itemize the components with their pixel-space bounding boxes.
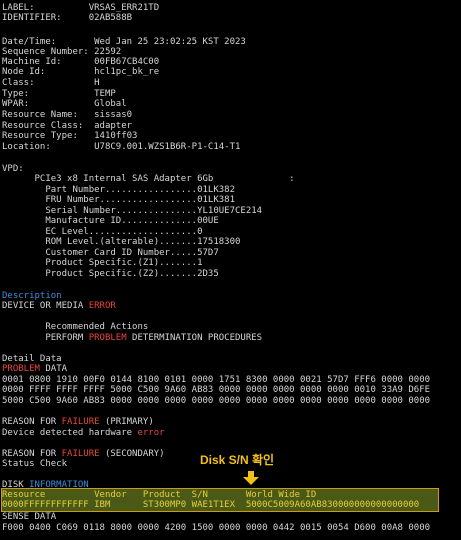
date-time-line: Date/Time: Wed Jan 25 23:02:25 KST 2023 [2, 37, 246, 47]
problem-keyword: PROBLEM [2, 364, 40, 374]
reason-suffix: (PRIMARY) [99, 417, 154, 427]
error-keyword: error [137, 428, 165, 438]
reason-prefix: REASON FOR [2, 417, 62, 427]
down-arrow-icon [243, 471, 259, 485]
vpd-product-specific-z2: Product Specific.(Z2).......2D35 [2, 269, 219, 279]
resource-class-line: Resource Class: adapter [2, 121, 133, 131]
machine-id-line: Machine Id: 00FB67CB4C00 [2, 57, 160, 67]
node-id-line: Node Id: hcl1pc_bk_re [2, 67, 160, 77]
sequence-number-line: Sequence Number: 22592 [2, 47, 122, 57]
vpd-heading: VPD: [2, 164, 24, 174]
reason-secondary-detail: Status Check [2, 459, 68, 469]
hex-dump-line: 0000 FFFF FFFF FFFF 5000 C500 9A60 AB83 … [2, 385, 431, 395]
resource-type-line: Resource Type: 1410ff03 [2, 131, 138, 141]
wpar-line: WPAR: Global [2, 99, 127, 109]
hex-dump-line: 5000 C500 9A60 AB83 0000 0000 0000 0000 … [2, 396, 431, 406]
description-text: DEVICE OR MEDIA [2, 301, 89, 311]
resource-name-line: Resource Name: sissas0 [2, 110, 133, 120]
reason-detail-text: Device detected hardware [2, 428, 138, 438]
location-line: Location: U78C9.001.WZS1B6R-P1-C14-T1 [2, 142, 241, 152]
vpd-rom-level: ROM Level.(alterable).......17518300 [2, 237, 241, 247]
terminal-output: LABEL: VRSAS_ERR21TD IDENTIFIER: 02AB588… [0, 0, 461, 540]
recommended-actions-heading: Recommended Actions [2, 322, 149, 332]
error-keyword: ERROR [88, 301, 116, 311]
recommended-action-line: PERFORM PROBLEM DETERMINATION PROCEDURES [2, 333, 262, 343]
identifier-line: IDENTIFIER: 02AB588B [2, 13, 133, 23]
reason-primary-heading: REASON FOR FAILURE (PRIMARY) [2, 417, 154, 427]
failure-keyword: FAILURE [61, 449, 100, 459]
disk-sn-annotation: Disk S/N 확인 [200, 453, 275, 467]
description-line: DEVICE OR MEDIA ERROR [2, 301, 116, 311]
reason-primary-detail: Device detected hardware error [2, 428, 165, 438]
disk-table-row: 0000FFFFFFFFFFFF IBM ST300MP0 WAE1T1EX 5… [2, 500, 420, 510]
vpd-product-specific-z1: Product Specific.(Z1).......1 [2, 258, 203, 268]
vpd-manufacture-id: Manufacture ID..............00UE [2, 216, 219, 226]
action-suffix: DETERMINATION PROCEDURES [126, 333, 263, 343]
vpd-ec-level: EC Level....................0 [2, 227, 203, 237]
reason-suffix: (SECONDARY) [99, 449, 165, 459]
class-line: Class: H [2, 78, 100, 88]
vpd-adapter-line: PCIe3 x8 Internal SAS Adapter 6Gb : [2, 174, 295, 184]
sense-data-line: F000 0400 C069 0118 8000 0000 4200 1500 … [2, 523, 431, 533]
hex-dump-line: 0001 0800 1910 00F0 0144 8100 0101 0000 … [2, 375, 431, 385]
vpd-fru-number: FRU Number..................01LK381 [2, 195, 235, 205]
label-line: LABEL: VRSAS_ERR21TD [2, 3, 160, 13]
detail-data-heading: Detail Data [2, 354, 62, 364]
problem-data-heading: PROBLEM DATA [2, 364, 67, 374]
disk-table-header: Resource Vendor Product S/N World Wide I… [2, 490, 317, 500]
sense-data-heading: SENSE DATA [2, 512, 57, 522]
type-line: Type: TEMP [2, 89, 116, 99]
reason-prefix: REASON FOR [2, 449, 62, 459]
failure-keyword: FAILURE [61, 417, 100, 427]
problem-keyword: PROBLEM [88, 333, 127, 343]
vpd-serial-number: Serial Number...............YL10UE7CE214 [2, 206, 263, 216]
action-prefix: PERFORM [2, 333, 89, 343]
vpd-part-number: Part Number.................01LK382 [2, 185, 235, 195]
vpd-customer-card-id: Customer Card ID Number.....57D7 [2, 248, 219, 258]
description-heading: Description [2, 291, 62, 301]
reason-secondary-heading: REASON FOR FAILURE (SECONDARY) [2, 449, 165, 459]
problem-data-suffix: DATA [39, 364, 68, 374]
